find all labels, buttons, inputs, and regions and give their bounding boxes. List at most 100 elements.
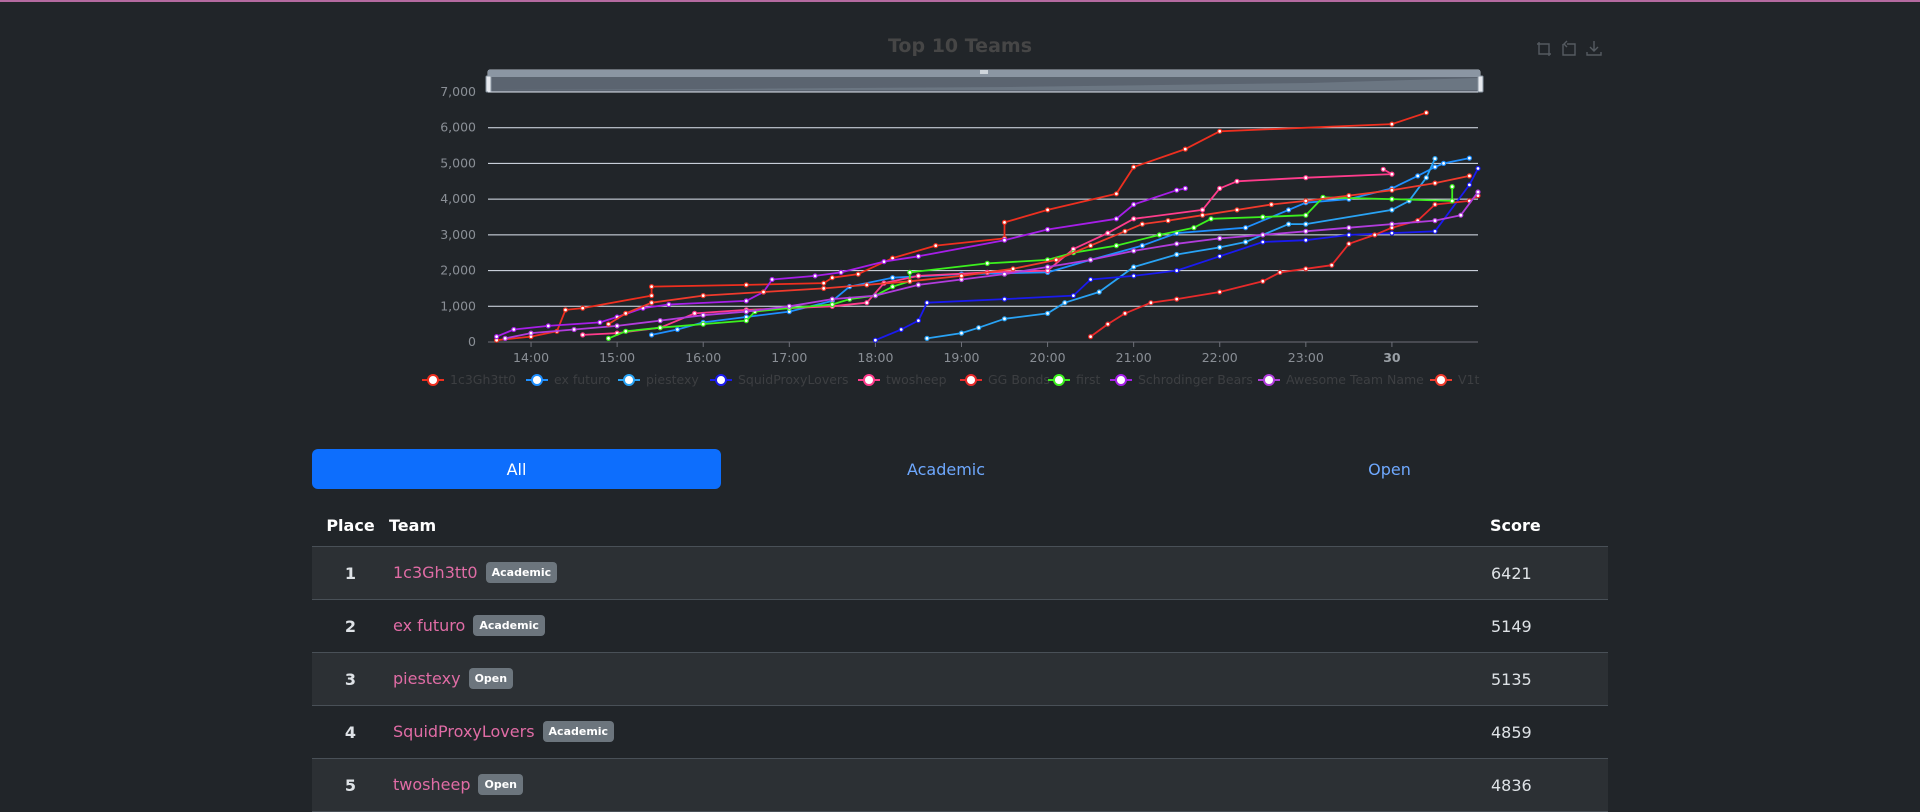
data-point	[1113, 216, 1120, 222]
data-point	[889, 275, 896, 281]
team-link[interactable]: SquidProxyLovers	[393, 722, 535, 741]
data-point	[1389, 221, 1395, 227]
tab-all[interactable]: All	[312, 449, 721, 489]
data-point	[1466, 155, 1473, 161]
zoom-reset-icon[interactable]	[1562, 40, 1576, 56]
data-point	[1001, 316, 1008, 322]
team-link[interactable]: 1c3Gh3tt0	[393, 563, 478, 582]
legend-item[interactable]: twosheep	[858, 372, 947, 387]
data-point	[1199, 207, 1206, 213]
legend-marker	[427, 374, 439, 386]
division-tabs: All Academic Open	[312, 449, 1608, 489]
data-point	[1432, 218, 1438, 224]
data-point	[976, 325, 982, 331]
data-point	[1389, 187, 1395, 193]
download-icon[interactable]	[1586, 41, 1602, 56]
x-tick-label: 17:00	[771, 350, 807, 365]
tab-academic[interactable]: Academic	[721, 449, 1171, 489]
data-point	[838, 269, 844, 275]
data-point	[1432, 180, 1438, 186]
data-point	[1475, 189, 1481, 195]
data-point	[1303, 212, 1309, 218]
place-cell: 3	[312, 652, 389, 706]
data-point	[915, 282, 922, 288]
zoom-icon[interactable]	[1537, 42, 1551, 56]
data-point	[700, 293, 706, 299]
table-row: 1 1c3Gh3tt0 Academic 6421	[312, 546, 1608, 600]
legend-label: V1t	[1458, 372, 1480, 387]
table-header-row: Place Team Score	[312, 504, 1608, 547]
data-point	[1070, 293, 1077, 299]
top-border	[0, 0, 1920, 2]
data-point	[700, 321, 706, 327]
datazoom-grip[interactable]	[980, 70, 988, 74]
legend-item[interactable]: SquidProxyLovers	[710, 372, 849, 387]
legend-label: Awesome Team Name	[1286, 372, 1424, 387]
score-cell: 5149	[1490, 599, 1608, 653]
data-point	[743, 318, 749, 324]
legend-marker	[1053, 374, 1065, 386]
place-cell: 1	[312, 546, 389, 600]
x-tick-label: 14:00	[513, 350, 549, 365]
team-link[interactable]: piestexy	[393, 669, 461, 688]
data-point	[872, 293, 879, 299]
data-point	[1217, 253, 1223, 259]
data-point	[933, 243, 939, 249]
series-line	[926, 158, 1436, 340]
data-point	[649, 293, 655, 299]
score-chart: Top 10 Teams 0 1,000 2,000 3,000 4,000 5,000 6…	[310, 24, 1610, 404]
legend-label: SquidProxyLovers	[738, 372, 849, 387]
y-tick-label: 0	[468, 334, 476, 349]
data-point	[1449, 184, 1455, 190]
legend-marker	[531, 374, 543, 386]
data-point	[1156, 232, 1163, 238]
data-point	[1096, 289, 1102, 295]
y-axis: 0 1,000 2,000 3,000 4,000 5,000 6,000 7,000	[440, 84, 476, 349]
legend-item[interactable]: ex futuro	[526, 372, 611, 387]
data-point	[1432, 164, 1438, 170]
data-point	[1389, 121, 1395, 127]
data-point	[1217, 289, 1223, 295]
legend-item[interactable]: V1t	[1430, 372, 1480, 387]
data-point	[915, 318, 922, 324]
legend-item[interactable]: first	[1048, 372, 1101, 387]
data-point	[605, 335, 612, 341]
data-point	[821, 285, 827, 291]
data-point	[1372, 232, 1378, 238]
y-tick-label: 5,000	[440, 155, 476, 170]
legend-item[interactable]: Awesome Team Name	[1258, 372, 1424, 387]
chart-canvas: Top 10 Teams 0 1,000 2,000 3,000 4,000 5,000 6…	[422, 35, 1602, 387]
datazoom-handle-left[interactable]	[485, 75, 492, 93]
data-point	[907, 278, 913, 284]
legend-marker	[1435, 374, 1447, 386]
team-cell: twosheep Open	[389, 758, 1490, 812]
data-point	[1277, 269, 1283, 275]
division-badge: Academic	[485, 561, 558, 583]
team-link[interactable]: twosheep	[393, 775, 470, 794]
datazoom-slider[interactable]	[485, 69, 1484, 93]
data-point	[1105, 230, 1111, 236]
data-point	[924, 335, 930, 341]
data-point	[1475, 165, 1481, 172]
data-point	[1174, 187, 1180, 193]
data-point	[760, 289, 767, 295]
legend-item[interactable]: GG Bonds	[960, 372, 1050, 387]
team-link[interactable]: ex futuro	[393, 616, 465, 635]
data-point	[1174, 241, 1180, 247]
legend-item[interactable]: Schrodinger Bears	[1110, 372, 1253, 387]
x-tick-label: 16:00	[685, 350, 721, 365]
legend-item[interactable]: 1c3Gh3tt0	[422, 372, 516, 387]
data-point	[1148, 300, 1154, 306]
tab-open[interactable]: Open	[1171, 449, 1608, 489]
legend-marker	[965, 374, 977, 386]
data-point	[1242, 225, 1249, 231]
legend-marker	[863, 374, 875, 386]
data-point	[1432, 156, 1438, 162]
datazoom-handle-right[interactable]	[1477, 75, 1484, 93]
data-point	[562, 307, 569, 313]
data-point	[743, 309, 749, 315]
data-point	[1217, 128, 1223, 134]
data-point	[829, 275, 835, 281]
legend-label: Schrodinger Bears	[1138, 372, 1253, 387]
legend-item[interactable]: piestexy	[618, 372, 699, 387]
